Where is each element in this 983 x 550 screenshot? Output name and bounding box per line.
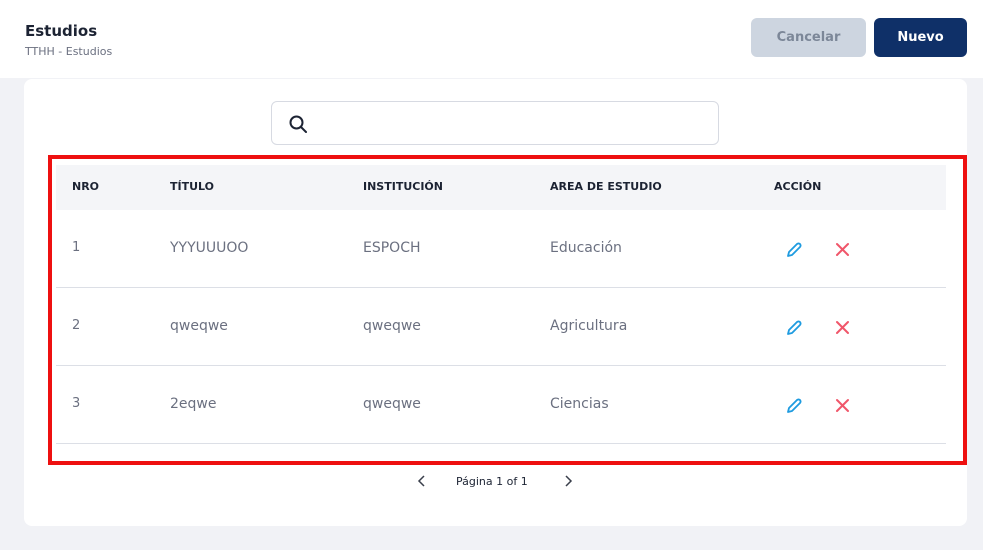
breadcrumb: TTHH - Estudios (25, 45, 113, 58)
cell-titulo: qweqwe (170, 318, 228, 334)
cell-nro: 1 (72, 240, 81, 255)
cell-nro: 3 (72, 396, 81, 411)
cell-area: Agricultura (550, 318, 628, 334)
search-box[interactable] (271, 101, 719, 145)
new-button[interactable]: Nuevo (874, 18, 967, 57)
content-card: NRO TÍTULO INSTITUCIÓN AREA DE ESTUDIO A… (24, 79, 967, 526)
chevron-right-icon[interactable] (561, 473, 575, 489)
studies-table: NRO TÍTULO INSTITUCIÓN AREA DE ESTUDIO A… (56, 165, 946, 444)
search-icon (289, 115, 307, 133)
search-input[interactable] (318, 110, 708, 138)
table-row: 2 qweqwe qweqwe Agricultura (56, 288, 946, 366)
cell-titulo: 2eqwe (170, 396, 217, 412)
cell-institucion: ESPOCH (363, 240, 421, 256)
cell-area: Ciencias (550, 396, 609, 412)
table-row: 1 YYYUUUOO ESPOCH Educación (56, 210, 946, 288)
pencil-icon[interactable] (785, 241, 803, 259)
header-area: AREA DE ESTUDIO (550, 180, 662, 193)
header-nro: NRO (72, 180, 100, 193)
cell-titulo: YYYUUUOO (170, 240, 249, 256)
close-icon[interactable] (835, 398, 850, 413)
table-row: 3 2eqwe qweqwe Ciencias (56, 366, 946, 444)
header-titulo: TÍTULO (170, 180, 214, 193)
close-icon[interactable] (835, 242, 850, 257)
page-title: Estudios (25, 22, 98, 40)
close-icon[interactable] (835, 320, 850, 335)
pencil-icon[interactable] (785, 319, 803, 337)
pencil-icon[interactable] (785, 397, 803, 415)
cell-area: Educación (550, 240, 622, 256)
cell-institucion: qweqwe (363, 396, 421, 412)
header-institucion: INSTITUCIÓN (363, 180, 443, 193)
pagination-text: Página 1 of 1 (456, 475, 528, 488)
table-header: NRO TÍTULO INSTITUCIÓN AREA DE ESTUDIO A… (56, 165, 946, 210)
cell-institucion: qweqwe (363, 318, 421, 334)
cancel-button[interactable]: Cancelar (751, 18, 866, 57)
header-accion: ACCIÓN (774, 180, 822, 193)
cell-nro: 2 (72, 318, 81, 333)
pagination: Página 1 of 1 (24, 472, 967, 492)
chevron-left-icon[interactable] (415, 473, 429, 489)
header-bar: Estudios TTHH - Estudios Cancelar Nuevo (0, 0, 983, 78)
